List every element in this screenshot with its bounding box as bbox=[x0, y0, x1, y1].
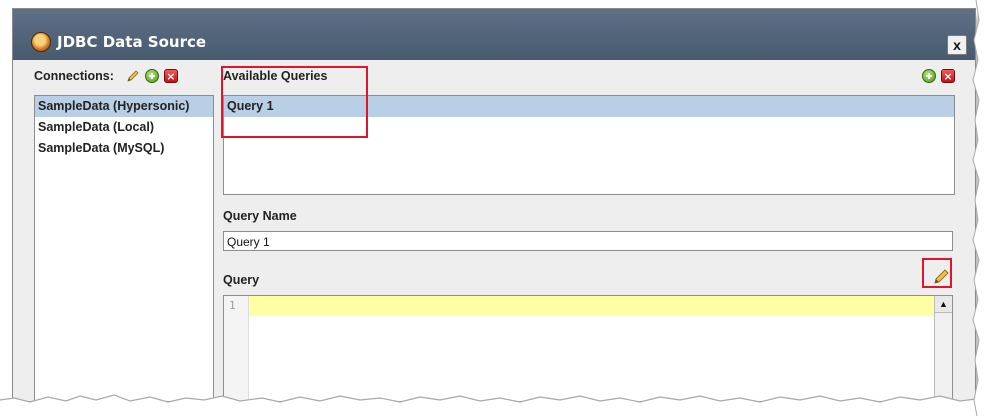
connections-label: Connections: bbox=[34, 69, 114, 83]
current-line-highlight bbox=[249, 296, 934, 316]
pencil-icon[interactable] bbox=[126, 69, 140, 83]
scroll-up-icon[interactable]: ▲ bbox=[935, 296, 952, 313]
connections-panel: Connections: × SampleData (Hypersonic) S… bbox=[34, 65, 214, 401]
title-bar[interactable]: JDBC Data Source x bbox=[13, 9, 975, 60]
query-editor[interactable]: 1 ▲ bbox=[223, 295, 953, 401]
line-number-gutter: 1 bbox=[224, 296, 249, 401]
line-number: 1 bbox=[229, 299, 236, 312]
app-icon bbox=[31, 32, 51, 52]
query-label: Query bbox=[223, 273, 260, 287]
query-name-input[interactable]: Query 1 bbox=[223, 231, 953, 251]
delete-query-icon[interactable]: × bbox=[941, 69, 955, 83]
jdbc-data-source-dialog: JDBC Data Source x Connections: × Sample… bbox=[12, 8, 976, 402]
annotation-highlight-edit-icon bbox=[922, 258, 952, 288]
add-query-icon[interactable] bbox=[922, 69, 936, 83]
delete-icon[interactable]: × bbox=[163, 69, 178, 83]
connection-item[interactable]: SampleData (MySQL) bbox=[35, 138, 213, 159]
annotation-highlight-queries bbox=[221, 66, 368, 138]
torn-edge-right bbox=[972, 0, 984, 416]
add-icon[interactable] bbox=[144, 69, 159, 83]
connections-header: Connections: × bbox=[34, 65, 212, 87]
window-title: JDBC Data Source bbox=[57, 33, 207, 51]
connection-item[interactable]: SampleData (Local) bbox=[35, 117, 213, 138]
connections-list[interactable]: SampleData (Hypersonic) SampleData (Loca… bbox=[34, 95, 214, 401]
connection-item[interactable]: SampleData (Hypersonic) bbox=[35, 96, 213, 117]
dialog-content: Connections: × SampleData (Hypersonic) S… bbox=[13, 61, 975, 401]
close-button[interactable]: x bbox=[947, 35, 967, 55]
torn-edge-bottom bbox=[0, 394, 984, 416]
query-name-label: Query Name bbox=[223, 209, 297, 223]
editor-scrollbar[interactable]: ▲ bbox=[934, 296, 952, 401]
